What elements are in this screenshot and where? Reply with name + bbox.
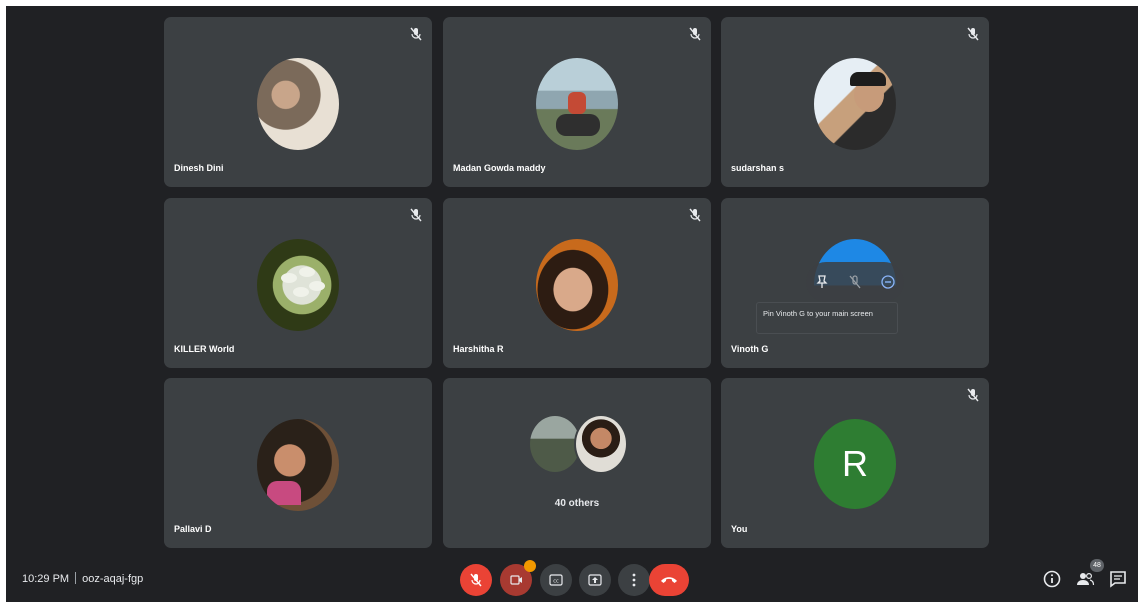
mic-toggle-button[interactable] [460, 564, 492, 596]
others-tile[interactable]: 40 others [443, 378, 711, 548]
participant-tile-pallavi[interactable]: Pallavi D [164, 378, 432, 548]
mic-off-icon [410, 208, 422, 222]
mic-off-icon [689, 27, 701, 41]
present-screen-button[interactable] [579, 564, 611, 596]
meeting-info-button[interactable] [1041, 568, 1063, 590]
more-options-icon [632, 573, 636, 587]
chat-button[interactable] [1107, 568, 1129, 590]
participant-name: Vinoth G [731, 344, 769, 354]
present-screen-icon [588, 574, 602, 586]
participant-count-badge: 48 [1090, 559, 1104, 572]
captions-button[interactable]: cc [540, 564, 572, 596]
more-options-button[interactable] [618, 564, 650, 596]
others-count: 40 others [554, 498, 600, 509]
mic-off-icon [967, 388, 979, 402]
camera-off-icon [510, 575, 522, 585]
chat-icon [1110, 571, 1126, 588]
people-button[interactable]: 48 [1074, 559, 1104, 590]
meeting-code: ooz-aqaj-fgp [82, 573, 144, 585]
meeting-details: 10:29 PM ooz-aqaj-fgp [22, 572, 143, 585]
end-call-icon [661, 577, 677, 583]
participant-name: You [731, 524, 748, 534]
mic-off-icon [967, 27, 979, 41]
participant-name: Dinesh Dini [174, 163, 224, 173]
others-avatars [528, 414, 632, 474]
camera-alert-badge [524, 560, 536, 572]
pin-icon[interactable] [814, 274, 830, 290]
participant-name: KILLER World [174, 344, 235, 354]
avatar: R [814, 419, 896, 509]
participant-tile-you[interactable]: R You [721, 378, 989, 548]
leave-call-button[interactable] [649, 564, 689, 596]
participant-tile-vinoth[interactable]: Pin Vinoth G to your main screen Vinoth … [721, 198, 989, 368]
avatar [814, 58, 896, 150]
participant-tile-harshitha[interactable]: Harshitha R [443, 198, 711, 368]
avatar [257, 58, 339, 150]
pin-tooltip: Pin Vinoth G to your main screen [756, 302, 898, 334]
captions-icon: cc [549, 574, 563, 586]
participant-tile-killer-world[interactable]: KILLER World [164, 198, 432, 368]
avatar [257, 419, 339, 511]
avatar [536, 58, 618, 150]
participant-tile-dinesh[interactable]: Dinesh Dini [164, 17, 432, 187]
participant-tile-sudarshan[interactable]: sudarshan s [721, 17, 989, 187]
participant-name: Harshitha R [453, 344, 504, 354]
mic-off-icon [470, 573, 482, 587]
meeting-time: 10:29 PM [22, 573, 70, 585]
mic-off-icon [689, 208, 701, 222]
mic-off-icon[interactable] [847, 274, 863, 290]
meeting-window: Dinesh Dini Madan Gowda maddy sudarshan … [6, 6, 1138, 602]
participant-name: Pallavi D [174, 524, 212, 534]
divider [75, 572, 77, 584]
avatar [574, 414, 628, 474]
svg-text:cc: cc [553, 579, 559, 585]
avatar [536, 239, 618, 331]
participant-name: sudarshan s [731, 163, 785, 173]
participant-tile-madan[interactable]: Madan Gowda maddy [443, 17, 711, 187]
info-icon [1043, 570, 1061, 588]
participant-name: Madan Gowda maddy [453, 163, 546, 173]
tile-hover-controls [806, 262, 904, 302]
mic-off-icon [410, 27, 422, 41]
avatar [257, 239, 339, 331]
remove-participant-icon[interactable] [880, 274, 896, 290]
camera-toggle-button[interactable] [500, 560, 536, 596]
